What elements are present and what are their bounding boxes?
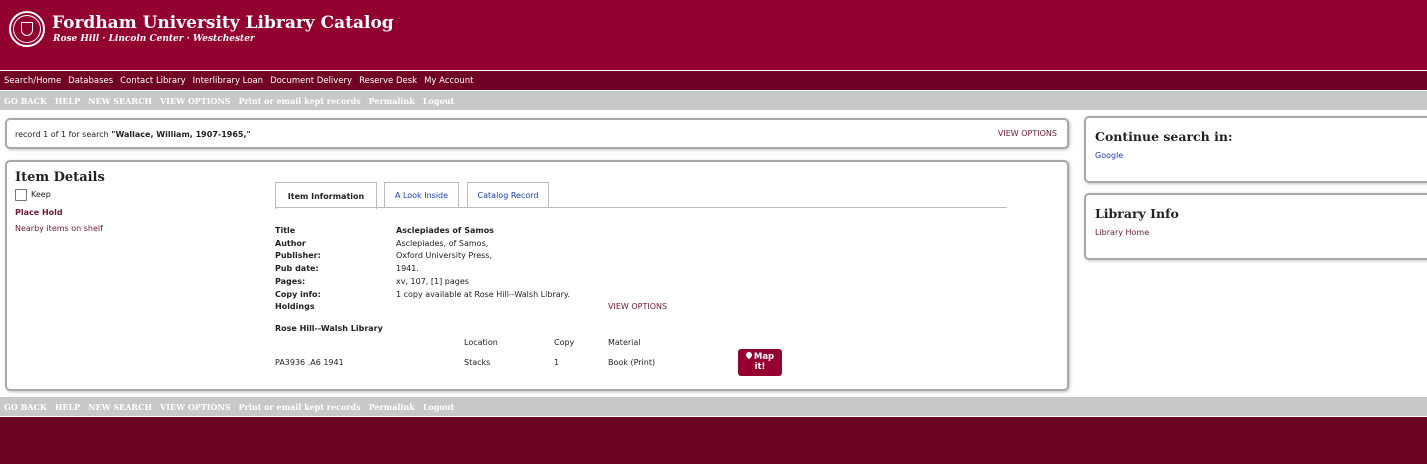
view-options-link-holdings[interactable]: VIEW OPTIONS xyxy=(608,302,667,311)
help-link-bottom[interactable]: HELP xyxy=(55,402,80,412)
map-it-button[interactable]: Map it! xyxy=(738,349,782,376)
site-subtitle: Rose Hill · Lincoln Center · Westchester xyxy=(53,34,255,44)
holding-copy: 1 xyxy=(554,358,560,367)
holding-location: Stacks xyxy=(464,358,491,367)
nav-databases[interactable]: Databases xyxy=(68,76,113,86)
holdings-library-name: Rose Hill--Walsh Library xyxy=(275,324,383,333)
site-footer xyxy=(0,417,1427,464)
col-header-location: Location xyxy=(464,338,498,347)
print-email-link-bottom[interactable]: Print or email kept records xyxy=(239,402,361,412)
search-query: "Wallace, William, 1907-1965," xyxy=(111,130,251,139)
tab-catalog-record[interactable]: Catalog Record xyxy=(467,182,549,208)
google-link[interactable]: Google xyxy=(1095,151,1123,160)
nearby-items-link[interactable]: Nearby items on shelf xyxy=(15,224,103,233)
nav-reserve-desk[interactable]: Reserve Desk xyxy=(359,76,417,86)
place-hold-link[interactable]: Place Hold xyxy=(15,208,63,217)
university-seal-icon[interactable] xyxy=(9,11,45,47)
map-button-line1: Map xyxy=(753,352,775,362)
nav-search-home[interactable]: Search/Home xyxy=(4,76,61,86)
holding-call-number: PA3936 .A6 1941 xyxy=(275,358,344,367)
nav-document-delivery[interactable]: Document Delivery xyxy=(270,76,352,86)
library-info-heading: Library Info xyxy=(1095,206,1179,221)
search-record-panel: record 1 of 1 for search "Wallace, Willi… xyxy=(5,118,1069,149)
search-record-text: record 1 of 1 for search "Wallace, Willi… xyxy=(15,130,251,139)
continue-search-heading: Continue search in: xyxy=(1095,129,1233,144)
keep-checkbox[interactable] xyxy=(15,189,27,201)
new-search-link[interactable]: NEW SEARCH xyxy=(88,96,152,106)
search-prefix: record 1 of 1 for search xyxy=(15,130,112,139)
tab-item-information[interactable]: Item Information xyxy=(275,182,377,209)
tab-a-look-inside[interactable]: A Look Inside xyxy=(384,182,459,208)
field-value-copy-info: 1 copy available at Rose Hill--Walsh Lib… xyxy=(396,290,571,299)
field-label-pub-date: Pub date: xyxy=(275,264,319,273)
view-options-link[interactable]: VIEW OPTIONS xyxy=(160,96,231,106)
tabs-divider xyxy=(275,207,1007,208)
print-email-link[interactable]: Print or email kept records xyxy=(239,96,361,106)
continue-search-panel: Continue search in: Google xyxy=(1084,116,1427,183)
map-button-line2: it! xyxy=(754,362,766,372)
field-label-pages: Pages: xyxy=(275,277,306,286)
view-options-link-bottom[interactable]: VIEW OPTIONS xyxy=(160,402,231,412)
item-details-panel: Item Details Keep Place Hold Nearby item… xyxy=(5,160,1069,391)
field-label-copy-info: Copy info: xyxy=(275,290,321,299)
site-title[interactable]: Fordham University Library Catalog xyxy=(52,13,394,33)
site-header: Fordham University Library Catalog Rose … xyxy=(0,0,1427,70)
action-bar-bottom: GO BACK HELP NEW SEARCH VIEW OPTIONS Pri… xyxy=(0,397,1427,416)
col-header-material: Material xyxy=(608,338,641,347)
field-value-title: Asclepiades of Samos xyxy=(396,226,494,235)
main-nav: Search/Home Databases Contact Library In… xyxy=(0,71,1427,90)
col-header-copy: Copy xyxy=(554,338,575,347)
permalink-link-bottom[interactable]: Permalink xyxy=(369,402,415,412)
logout-link-bottom[interactable]: Logout xyxy=(423,402,454,412)
go-back-link-bottom[interactable]: GO BACK xyxy=(4,402,47,412)
field-label-publisher: Publisher: xyxy=(275,251,321,260)
keep-label[interactable]: Keep xyxy=(31,190,51,199)
view-options-link-top[interactable]: VIEW OPTIONS xyxy=(998,129,1057,138)
go-back-link[interactable]: GO BACK xyxy=(4,96,47,106)
library-home-link[interactable]: Library Home xyxy=(1095,228,1149,237)
field-label-author: Author xyxy=(275,239,306,248)
field-label-holdings: Holdings xyxy=(275,302,315,311)
item-details-heading: Item Details xyxy=(15,170,105,185)
new-search-link-bottom[interactable]: NEW SEARCH xyxy=(88,402,152,412)
field-value-author: Asclepiades, of Samos, xyxy=(396,239,489,248)
action-bar-top: GO BACK HELP NEW SEARCH VIEW OPTIONS Pri… xyxy=(0,91,1427,110)
nav-interlibrary-loan[interactable]: Interlibrary Loan xyxy=(193,76,263,86)
field-label-title: Title xyxy=(275,226,296,235)
nav-my-account[interactable]: My Account xyxy=(424,76,473,86)
help-link[interactable]: HELP xyxy=(55,96,80,106)
logout-link[interactable]: Logout xyxy=(423,96,454,106)
map-pin-icon xyxy=(744,350,754,360)
nav-contact-library[interactable]: Contact Library xyxy=(120,76,186,86)
field-value-pub-date: 1941. xyxy=(396,264,419,273)
field-value-pages: xv, 107, [1] pages xyxy=(396,277,469,286)
holding-material: Book (Print) xyxy=(608,358,656,367)
library-info-panel: Library Info Library Home xyxy=(1084,193,1427,260)
field-value-publisher: Oxford University Press, xyxy=(396,251,493,260)
permalink-link[interactable]: Permalink xyxy=(369,96,415,106)
